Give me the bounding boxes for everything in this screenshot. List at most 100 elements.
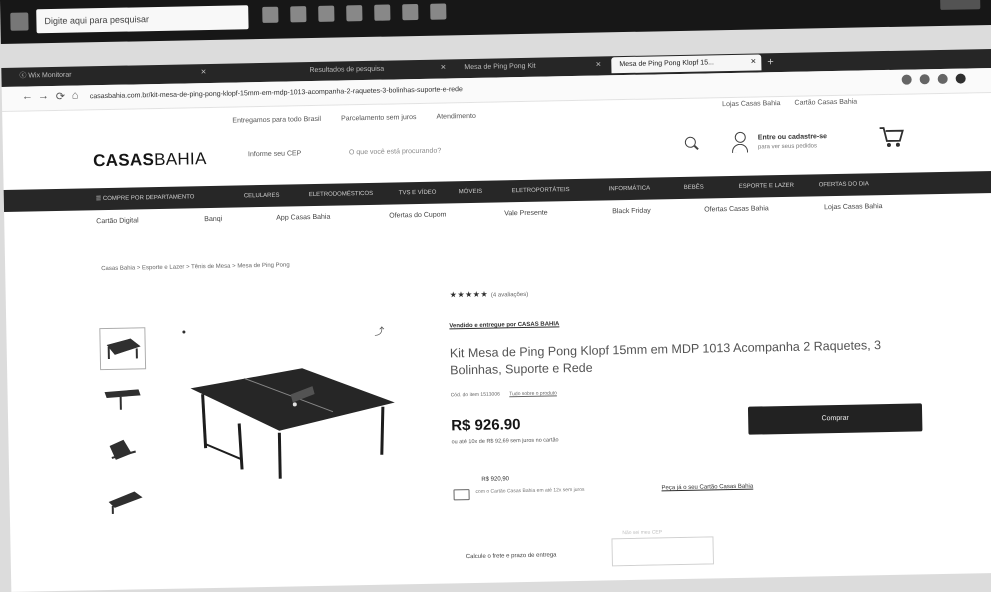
- ping-pong-table-thumbnail: [100, 328, 145, 369]
- nav-category[interactable]: CELULARES: [244, 185, 280, 208]
- topstrip-link[interactable]: Atendimento: [436, 113, 475, 121]
- rating-count: (4 avaliações): [491, 292, 528, 299]
- nav-departments[interactable]: ☰ COMPRE POR DEPARTAMENTO: [96, 186, 195, 210]
- forward-arrow-icon[interactable]: →: [38, 90, 49, 102]
- close-icon[interactable]: ✕: [200, 65, 206, 81]
- top-right-links: Lojas Casas Bahia Cartão Casas Bahia: [722, 99, 857, 109]
- tab-label: Resultados de pesquisa: [309, 66, 384, 74]
- taskbar-app-icon[interactable]: [430, 3, 446, 19]
- ping-pong-table-thumbnail: [102, 483, 147, 524]
- subnav-link[interactable]: Banqi: [204, 216, 222, 223]
- subnav-link[interactable]: Cartão Digital: [96, 217, 139, 225]
- cart-icon[interactable]: [879, 125, 905, 149]
- breadcrumb[interactable]: Casas Bahia > Esporte e Lazer > Tênis de…: [101, 262, 290, 272]
- search-input[interactable]: O que você está procurando?: [349, 148, 441, 157]
- user-icon[interactable]: [731, 132, 749, 156]
- ping-pong-table-image: [182, 344, 405, 488]
- nav-category[interactable]: ELETROPORTÁTEIS: [512, 179, 570, 202]
- subnav-link[interactable]: Vale Presente: [504, 210, 548, 218]
- extension-icons: [902, 73, 966, 84]
- top-info-strip: Entregamos para todo Brasil Parcelamento…: [232, 113, 476, 125]
- taskbar-app-icon[interactable]: [374, 5, 390, 21]
- card-signup-link[interactable]: Peça já o seu Cartão Casas Bahia: [661, 484, 753, 492]
- share-icon[interactable]: ⤴: [374, 323, 384, 338]
- cep-input[interactable]: [611, 536, 714, 566]
- tab-label: ⓒ Wix Monitorar: [19, 72, 71, 80]
- tab-label: Mesa de Ping Pong Klopf 15...: [619, 59, 714, 68]
- taskbar-app-icon[interactable]: [290, 6, 306, 22]
- search-icon[interactable]: [685, 137, 696, 148]
- close-icon[interactable]: ✕: [750, 54, 756, 70]
- taskbar-search-input[interactable]: Digite aqui para pesquisar: [36, 5, 248, 33]
- seller-link[interactable]: Vendido e entregue por CASAS BAHIA: [449, 321, 559, 329]
- taskbar-app-icon[interactable]: [402, 4, 418, 20]
- nav-category[interactable]: INFORMÁTICA: [609, 178, 651, 201]
- thumbnail-list: [99, 327, 143, 328]
- subnav-link[interactable]: App Casas Bahia: [276, 214, 330, 222]
- reload-icon[interactable]: ⟳: [56, 90, 65, 103]
- product-thumbnail[interactable]: [101, 431, 146, 472]
- casas-bahia-logo[interactable]: CASASBAHIA: [93, 149, 207, 171]
- screenshot-canvas: Digite aqui para pesquisar ⓒ Wix Monitor…: [0, 0, 991, 578]
- nav-category[interactable]: MÓVEIS: [459, 181, 483, 203]
- taskbar-apps: [262, 3, 446, 23]
- tab-label: Mesa de Ping Pong Kit: [464, 63, 535, 71]
- nav-category[interactable]: BEBÊS: [684, 177, 704, 199]
- product-code: Cód. do item 1513006 Tudo sobre o produt…: [451, 390, 557, 398]
- taskbar-app-icon[interactable]: [318, 6, 334, 22]
- profile-avatar-icon[interactable]: [956, 73, 966, 83]
- shipping-calc-label: Calcule o frete e prazo de entrega: [466, 552, 557, 560]
- rating-stars: ★★★★★: [450, 290, 489, 300]
- subnav-link[interactable]: Black Friday: [612, 208, 651, 216]
- nav-category[interactable]: ELETRODOMÉSTICOS: [309, 183, 374, 206]
- product-rating[interactable]: ★★★★★ (4 avaliações): [450, 289, 529, 300]
- subnav-link[interactable]: Lojas Casas Bahia: [824, 203, 882, 211]
- topstrip-link[interactable]: Entregamos para todo Brasil: [232, 116, 321, 125]
- product-details-link[interactable]: Tudo sobre o produto: [509, 390, 557, 397]
- home-icon[interactable]: ⌂: [72, 90, 79, 102]
- product-thumbnail[interactable]: [99, 327, 146, 370]
- extension-icon[interactable]: [902, 75, 912, 85]
- subnav-link[interactable]: Ofertas do Cupom: [389, 211, 446, 219]
- subnav-link[interactable]: Ofertas Casas Bahia: [704, 205, 769, 213]
- logo-bold-text: CASAS: [93, 150, 154, 170]
- logo-light-text: BAHIA: [154, 149, 207, 169]
- product-thumbnail[interactable]: [102, 483, 147, 524]
- ping-pong-table-thumbnail: [100, 379, 145, 420]
- login-subtext: para ver seus pedidos: [758, 143, 817, 150]
- installments-text: ou até 10x de R$ 92,69 sem juros no cart…: [452, 437, 559, 445]
- extension-icon[interactable]: [938, 74, 948, 84]
- browser-tab-active[interactable]: Mesa de Ping Pong Klopf 15... ✕: [611, 54, 761, 73]
- credit-card-icon: [453, 489, 469, 500]
- cep-hint-link[interactable]: Não sei meu CEP: [622, 529, 662, 536]
- browser-tab[interactable]: Resultados de pesquisa ✕: [301, 60, 451, 79]
- os-taskbar: Digite aqui para pesquisar: [0, 0, 991, 44]
- login-link[interactable]: Entre ou cadastre-se: [758, 133, 827, 141]
- taskbar-app-icon[interactable]: [262, 7, 278, 23]
- product-thumbnail[interactable]: [100, 379, 145, 420]
- buy-button[interactable]: Comprar: [748, 403, 923, 434]
- nav-category[interactable]: TVS E VÍDEO: [399, 182, 437, 205]
- system-tray[interactable]: [940, 0, 980, 10]
- back-arrow-icon[interactable]: ←: [22, 90, 33, 102]
- close-icon[interactable]: ✕: [440, 60, 446, 76]
- card-price: R$ 920,90: [481, 476, 509, 483]
- new-tab-button[interactable]: +: [767, 54, 774, 70]
- topstrip-link[interactable]: Parcelamento sem juros: [341, 114, 417, 122]
- windows-start-icon[interactable]: [10, 12, 28, 30]
- product-price: R$ 926.90: [451, 416, 521, 434]
- product-main-image[interactable]: [182, 344, 405, 488]
- card-link-top[interactable]: Cartão Casas Bahia: [794, 99, 857, 107]
- cep-selector[interactable]: Informe seu CEP: [248, 150, 301, 158]
- item-code: Cód. do item 1513006: [451, 391, 500, 398]
- close-icon[interactable]: ✕: [595, 57, 601, 73]
- taskbar-app-icon[interactable]: [346, 5, 362, 21]
- extension-icon[interactable]: [920, 74, 930, 84]
- browser-tab[interactable]: Mesa de Ping Pong Kit ✕: [456, 57, 606, 76]
- nav-category[interactable]: OFERTAS DO DIA: [818, 173, 869, 196]
- stores-link[interactable]: Lojas Casas Bahia: [722, 100, 780, 108]
- product-title: Kit Mesa de Ping Pong Klopf 15mm em MDP …: [450, 337, 911, 380]
- image-indicator: [182, 331, 185, 334]
- browser-tab[interactable]: ⓒ Wix Monitorar ✕: [11, 65, 211, 85]
- nav-category[interactable]: ESPORTE E LAZER: [739, 175, 795, 198]
